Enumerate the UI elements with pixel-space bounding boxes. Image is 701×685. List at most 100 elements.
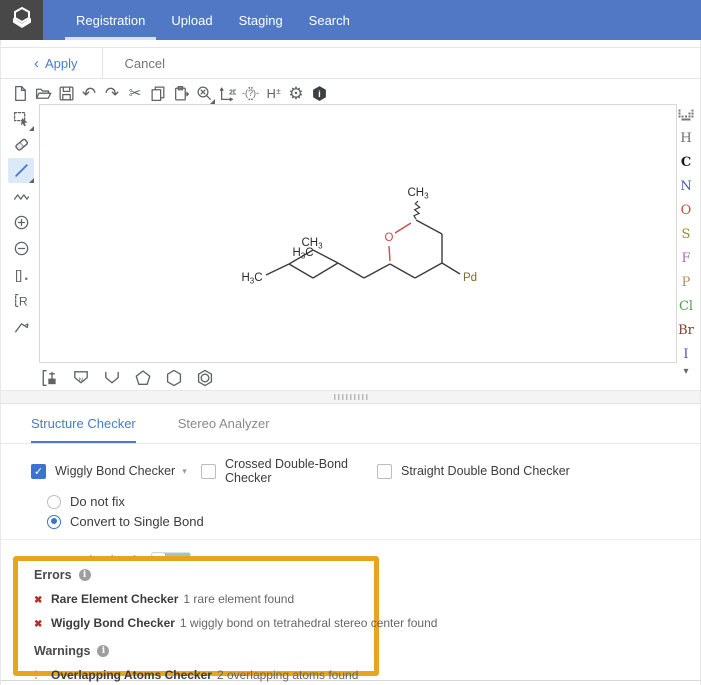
single-bond-tool[interactable] [8, 158, 34, 183]
radio-selected-icon[interactable] [47, 515, 61, 529]
element-c-button[interactable]: C [675, 150, 697, 174]
bond[interactable] [442, 263, 460, 274]
bond[interactable] [390, 264, 415, 278]
any-bond-icon[interactable]: -(?)- [239, 82, 261, 104]
element-f-button[interactable]: F [675, 246, 697, 270]
zoom-icon[interactable] [193, 82, 215, 104]
element-n-button[interactable]: N [675, 174, 697, 198]
warnings-heading: Warnings i [34, 644, 374, 658]
bond[interactable] [313, 250, 338, 263]
cyclohexane-template-icon[interactable] [163, 368, 185, 388]
element-h-button[interactable]: H [675, 126, 697, 150]
molecule-drawing[interactable]: CH3​OPdH3​CCH3​H3​C [39, 104, 677, 363]
error-icon: ✖ [34, 619, 51, 630]
checker-straight-double-bond-checker[interactable]: Straight Double Bond Checker [377, 464, 570, 479]
cancel-button[interactable]: Cancel [103, 48, 187, 78]
pyrrole-template-icon[interactable]: N [70, 368, 92, 388]
checker-crossed-double-bond-checker[interactable]: Crossed Double-Bond Checker [201, 457, 377, 485]
apply-button[interactable]: ‹ Apply [1, 48, 102, 78]
checkbox-checked-icon[interactable]: ✓ [31, 464, 46, 479]
new-document-icon[interactable] [9, 82, 31, 104]
nav-tab-registration[interactable]: Registration [63, 0, 158, 40]
warnings-list: !Overlapping Atoms Checker2 overlapping … [34, 668, 374, 682]
reaction-mapping-tool[interactable] [8, 314, 34, 339]
undo-icon[interactable]: ↶ [78, 82, 100, 104]
wiggly-bond[interactable] [414, 201, 420, 219]
element-br-button[interactable]: Br [675, 318, 697, 342]
atom-label-h3c[interactable]: H3​C [292, 247, 313, 261]
copy-icon[interactable] [147, 82, 169, 104]
svg-text:±: ± [276, 86, 281, 96]
action-bar: ‹ Apply Cancel [1, 47, 700, 79]
fix-option-label: Do not fix [70, 494, 125, 509]
element-i-button[interactable]: I [675, 342, 697, 366]
editor-file-toolbar: ↶↷✂ 2D -(?)-H±⚙ i [9, 81, 331, 105]
about-icon[interactable]: i [308, 82, 330, 104]
splitter-drag-handle[interactable] [334, 394, 368, 400]
atom-label-o[interactable]: O [385, 232, 394, 244]
bond[interactable] [389, 246, 390, 261]
element-cl-button[interactable]: Cl [675, 294, 697, 318]
bond[interactable] [416, 220, 442, 234]
tab-stereo-analyzer[interactable]: Stereo Analyzer [178, 404, 270, 443]
result-item: ✖Wiggly Bond Checker1 wiggly bond on tet… [34, 616, 374, 630]
nav-tab-search[interactable]: Search [296, 0, 363, 40]
atom-label-ch3[interactable]: CH3​ [301, 237, 323, 251]
cyclopentadiene-template-icon[interactable] [101, 368, 123, 388]
periodic-table-icon[interactable] [678, 104, 694, 126]
nav-tab-staging[interactable]: Staging [226, 0, 296, 40]
bond[interactable] [289, 264, 313, 278]
bond[interactable] [266, 264, 289, 275]
settings-icon[interactable]: ⚙ [285, 82, 307, 104]
svg-text:2D: 2D [229, 89, 236, 96]
tab-structure-checker[interactable]: Structure Checker [31, 404, 136, 443]
errors-list: ✖Rare Element Checker1 rare element foun… [34, 592, 374, 630]
increase-charge-tool[interactable] [8, 210, 34, 235]
bond[interactable] [313, 263, 338, 278]
decrease-charge-tool[interactable] [8, 236, 34, 261]
element-s-button[interactable]: S [675, 222, 697, 246]
abbreviated-group-icon[interactable] [39, 368, 61, 388]
checkbox-unchecked-icon[interactable] [201, 464, 216, 479]
bond[interactable] [415, 263, 442, 278]
paste-icon[interactable] [170, 82, 192, 104]
more-elements-caret-icon[interactable]: ▾ [683, 366, 688, 382]
cube-logo-icon [9, 5, 35, 36]
element-p-button[interactable]: P [675, 270, 697, 294]
info-icon[interactable]: i [97, 645, 109, 657]
benzene-template-icon[interactable] [194, 368, 216, 388]
bond[interactable] [364, 264, 390, 278]
atom-label-pd[interactable]: Pd [463, 272, 477, 284]
checker-tabs: Structure Checker Stereo Analyzer [1, 404, 700, 444]
bond[interactable] [338, 263, 364, 278]
save-icon[interactable] [55, 82, 77, 104]
app-logo[interactable] [0, 0, 43, 40]
chain-tool[interactable] [8, 184, 34, 209]
cut-icon[interactable]: ✂ [124, 82, 146, 104]
checkbox-unchecked-icon[interactable] [377, 464, 392, 479]
back-chevron-icon: ‹ [34, 56, 39, 71]
radio-unselected-icon[interactable] [47, 495, 61, 509]
info-icon[interactable]: i [79, 569, 91, 581]
bond[interactable] [395, 223, 411, 233]
redo-icon[interactable]: ↷ [101, 82, 123, 104]
fix-option-convert-to-single-bond[interactable]: Convert to Single Bond [47, 514, 700, 529]
element-o-button[interactable]: O [675, 198, 697, 222]
eraser-tool[interactable] [8, 132, 34, 157]
add-remove-hydrogens-icon[interactable]: H± [262, 82, 284, 104]
fix-option-do-not-fix[interactable]: Do not fix [47, 494, 700, 509]
r-group-tool[interactable]: R [8, 288, 34, 313]
cyclopentane-template-icon[interactable] [132, 368, 154, 388]
svg-text:-(?)-: -(?)- [242, 88, 259, 98]
checker-dropdown-caret-icon[interactable]: ▾ [182, 466, 187, 477]
nav-tab-upload[interactable]: Upload [158, 0, 225, 40]
brackets-tool[interactable]: [] [8, 262, 34, 287]
clean-2d-icon[interactable]: 2D [216, 82, 238, 104]
open-icon[interactable] [32, 82, 54, 104]
svg-text:i: i [318, 89, 321, 100]
app-frame: ‹ Apply Cancel ↶↷✂2D-(?)-H±⚙i CH3​OPdH3​… [0, 40, 701, 685]
checker-wiggly-bond-checker[interactable]: ✓Wiggly Bond Checker▾ [31, 464, 201, 479]
apply-label: Apply [45, 56, 78, 71]
rectangle-selection-tool[interactable] [8, 106, 34, 131]
result-message: 1 wiggly bond on tetrahedral stereo cent… [180, 616, 438, 630]
